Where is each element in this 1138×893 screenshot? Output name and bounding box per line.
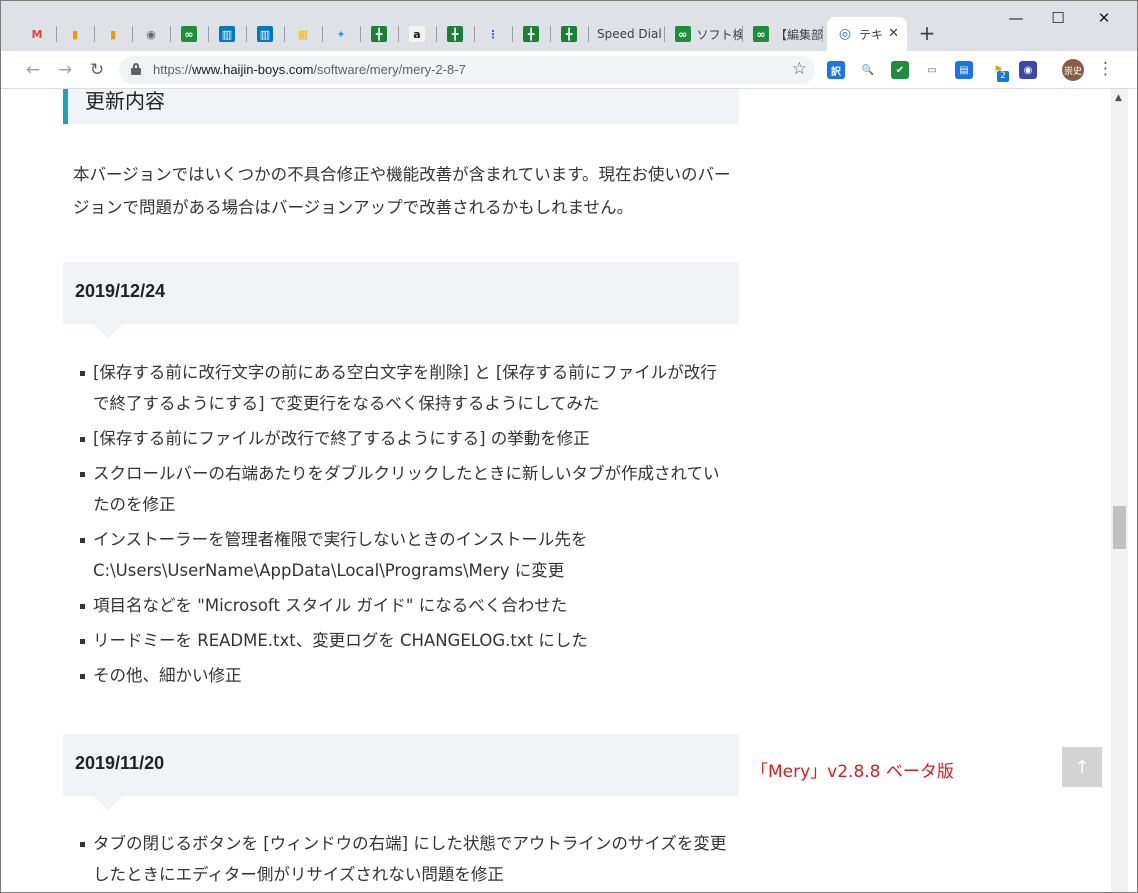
page-scrollbar[interactable]: ▲ [1111, 89, 1128, 892]
url-scheme: https:// [153, 62, 193, 77]
trello-icon: ▥ [219, 26, 235, 42]
browser-tab[interactable]: M [19, 17, 57, 51]
analytics-icon: ▮ [109, 27, 117, 41]
url-host: www.haijin-boys.com [192, 62, 314, 77]
browser-toolbar: ← → ↻ https://www.haijin-boys.com/softwa… [1, 51, 1137, 89]
url-text[interactable]: https://www.haijin-boys.com/software/mer… [153, 62, 466, 77]
circle-ext-icon[interactable]: ◉ [1019, 61, 1037, 79]
changelog-item: [保存する前に改行文字の前にある空白文字を削除] と [保存する前にファイルが改… [73, 357, 733, 419]
checker-ext-icon[interactable]: ✔ [891, 61, 909, 79]
back-to-top-button[interactable]: ↑ [1062, 747, 1102, 787]
screen-ext-icon[interactable]: ▭ [923, 61, 941, 79]
browser-tab[interactable]: ▥ [247, 17, 285, 51]
scrollbar-thumb[interactable] [1113, 506, 1126, 549]
tree-icon: ⋮ [487, 27, 499, 41]
changelog-item: 項目名などを "Microsoft スタイル ガイド" になるべく合わせた [73, 590, 733, 621]
bookmark-star-icon[interactable]: ☆ [792, 59, 807, 79]
active-tab[interactable]: ◎ テキ ✕ [827, 17, 907, 51]
sheets-icon: ╋ [561, 26, 577, 42]
changelog-item: インストーラーを管理者権限で実行しないときのインストール先を C:\Users\… [73, 524, 733, 586]
browser-tab[interactable]: ╋ [513, 17, 551, 51]
browser-tab[interactable]: ∞ 【編集部 [743, 17, 823, 51]
changelog-list: タブの閉じるボタンを [ウィンドウの右端] にした状態でアウトラインのサイズを変… [73, 828, 733, 892]
browser-tab[interactable]: ∞ [171, 17, 209, 51]
changelog-list: [保存する前に改行文字の前にある空白文字を削除] と [保存する前にファイルが改… [73, 357, 733, 695]
tab-title: テキ [859, 27, 884, 42]
browser-menu-icon[interactable]: ⋮ [1097, 59, 1114, 79]
browser-tab[interactable]: ✦ [323, 17, 361, 51]
analytics-icon: ▮ [71, 27, 79, 41]
release-date-heading: 2019/11/20 [63, 734, 739, 810]
trello-icon: ▥ [257, 26, 273, 42]
changelog-item: [保存する前にファイルが改行で終了するようにする] の挙動を修正 [73, 423, 733, 454]
translate-ext-icon[interactable]: 訳 [827, 61, 845, 79]
reader-ext-icon[interactable]: ▤ [955, 61, 973, 79]
green-app-icon: ∞ [753, 26, 769, 42]
release-date: 2019/11/20 [75, 753, 165, 773]
gmail-icon: M [31, 27, 43, 41]
changelog-item: リードミーを README.txt、変更ログを CHANGELOG.txt にし… [73, 625, 733, 656]
sidebar-link-mery-beta[interactable]: 「Mery」v2.8.8 ベータ版 [751, 757, 954, 782]
release-date: 2019/12/24 [75, 281, 166, 301]
stack-icon: ◉ [146, 27, 156, 41]
changelog-item: その他、細かい修正 [73, 660, 733, 691]
browser-tab[interactable]: ▮ [57, 17, 95, 51]
tab-strip: + — ☐ ✕ M ▮ ▮ ◉ ∞ ▥ ▥ ▦ ✦ ╋ a ╋ ⋮ ╋ ╋ Speed Dial ∞ ソフト検 ∞ 【… [1, 1, 1137, 51]
changelog-item: タブの閉じるボタンを [ウィンドウの右端] にした状態でアウトラインのサイズを変… [73, 828, 733, 890]
minimize-button[interactable]: — [993, 9, 1039, 27]
changelog-item: スクロールバーの右端あたりをダブルクリックしたときに新しいタブが作成されていたの… [73, 458, 733, 520]
browser-tab[interactable]: ╋ [437, 17, 475, 51]
reload-button[interactable]: ↻ [85, 58, 109, 82]
green-app-icon: ∞ [181, 26, 197, 42]
tab-title: ソフト検 [696, 27, 744, 42]
browser-tab[interactable]: ╋ [361, 17, 399, 51]
maximize-button[interactable]: ☐ [1035, 9, 1081, 27]
search-ext-icon[interactable]: 🔍 [859, 61, 877, 79]
browser-tab[interactable]: ▦ [285, 17, 323, 51]
sheets-icon: ╋ [523, 26, 539, 42]
browser-window: + — ☐ ✕ M ▮ ▮ ◉ ∞ ▥ ▥ ▦ ✦ ╋ a ╋ ⋮ ╋ ╋ Speed Dial ∞ ソフト検 ∞ 【… [0, 0, 1138, 893]
address-bar[interactable]: https://www.haijin-boys.com/software/mer… [119, 56, 815, 84]
tab-title: Speed Dial [597, 27, 662, 41]
browser-tab[interactable]: ◉ [133, 17, 171, 51]
sheets-icon: ╋ [371, 26, 387, 42]
lock-icon[interactable] [131, 63, 141, 75]
browser-tab[interactable]: a [399, 17, 437, 51]
intro-paragraph: 本バージョンではいくつかの不具合修正や機能改善が含まれています。現在お使いのバー… [73, 165, 731, 217]
green-app-icon: ∞ [675, 26, 691, 42]
new-tab-button[interactable]: + [915, 21, 939, 45]
browser-tab[interactable]: ╋ [551, 17, 589, 51]
url-path: /software/mery/mery-2-8-7 [313, 62, 466, 77]
page-viewport: 更新内容 本バージョンではいくつかの不具合修正や機能改善が含まれています。現在お… [1, 89, 1111, 892]
amazon-icon: a [409, 26, 425, 42]
browser-tab[interactable]: ∞ ソフト検 [665, 17, 743, 51]
extension-badge: 2 [997, 71, 1009, 82]
tab-separator [822, 26, 823, 42]
tab-title: 【編集部 [775, 27, 823, 42]
section-heading-text: 更新内容 [85, 89, 165, 113]
back-button[interactable]: ← [21, 58, 45, 82]
close-window-button[interactable]: ✕ [1081, 9, 1127, 27]
spiral-icon: ◎ [838, 26, 852, 42]
section-heading: 更新内容 [63, 89, 739, 124]
twitter-icon: ✦ [336, 27, 346, 41]
browser-tab[interactable]: ⋮ [475, 17, 513, 51]
calendar-icon: ▦ [297, 27, 309, 41]
sheets-icon: ╋ [447, 26, 463, 42]
close-tab-icon[interactable]: ✕ [888, 26, 899, 41]
browser-tab[interactable]: ▥ [209, 17, 247, 51]
forward-button[interactable]: → [53, 58, 77, 82]
browser-tab[interactable]: ▮ [95, 17, 133, 51]
scroll-up-arrow-icon[interactable]: ▲ [1115, 93, 1122, 103]
browser-tab[interactable]: Speed Dial [587, 17, 665, 51]
profile-avatar[interactable]: 崇史 [1062, 59, 1084, 81]
release-date-heading: 2019/12/24 [63, 262, 739, 338]
arrow-up-icon: ↑ [1074, 756, 1090, 778]
